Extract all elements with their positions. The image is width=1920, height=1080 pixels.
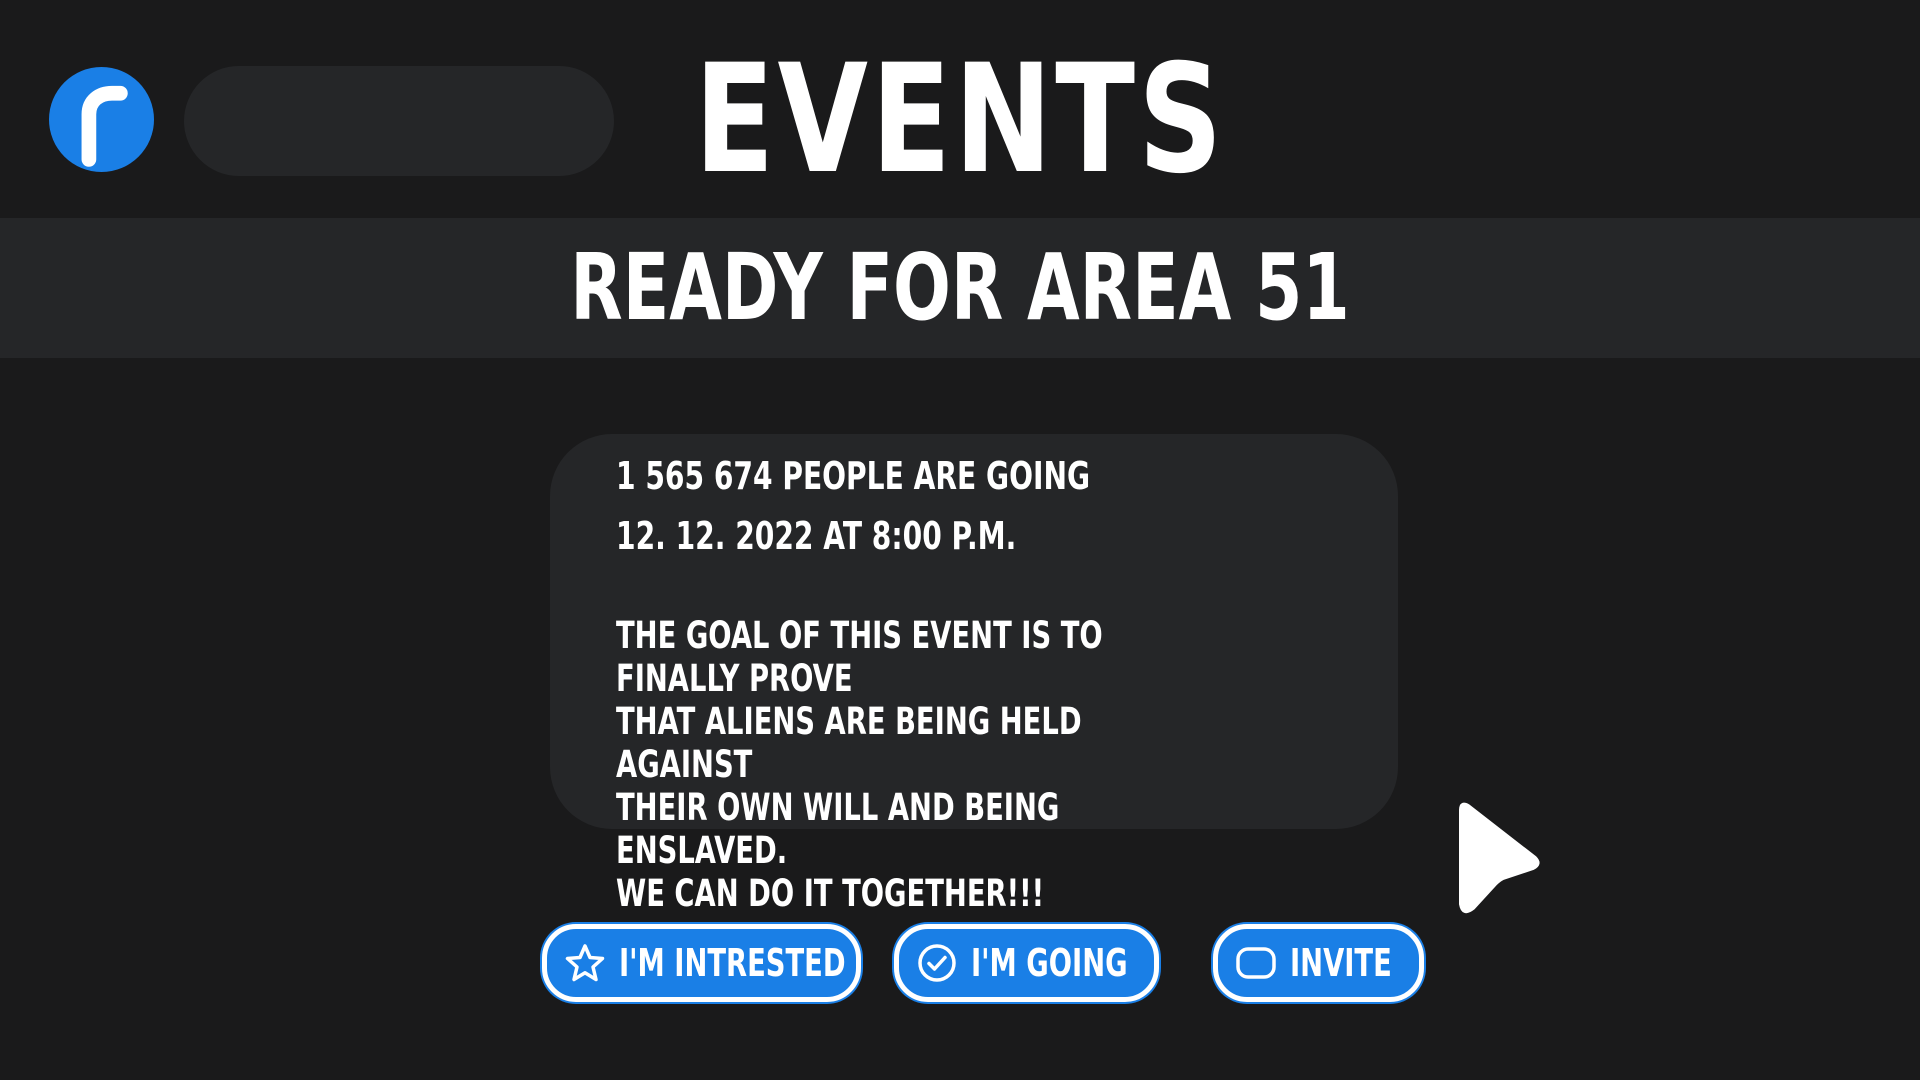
star-outline-icon [563,941,607,985]
invite-button-label: INVITE [1290,941,1392,985]
interested-button[interactable]: I'M INTRESTED [542,924,861,1002]
page-title: EVENTS [694,33,1226,207]
events-screen: EVENTS READY FOR AREA 51 1 565 674 PEOPL… [0,0,1920,1080]
event-title-band: READY FOR AREA 51 [0,218,1920,358]
invite-button[interactable]: INVITE [1213,924,1424,1002]
attendee-count: 1 565 674 PEOPLE ARE GOING [616,454,1091,498]
event-datetime: 12. 12. 2022 AT 8:00 P.M. [616,514,1017,558]
event-title: READY FOR AREA 51 [570,234,1350,341]
going-button[interactable]: I'M GOING [894,924,1159,1002]
mouse-cursor-icon [1455,800,1545,915]
rounded-square-icon [1234,941,1278,985]
event-description: THE GOAL OF THIS EVENT IS TO FINALLY PRO… [616,614,1103,915]
interested-button-label: I'M INTRESTED [619,941,846,985]
check-circle-icon [915,941,959,985]
event-info-card: 1 565 674 PEOPLE ARE GOING 12. 12. 2022 … [550,434,1398,915]
logo-r-glyph [81,85,128,167]
going-button-label: I'M GOING [971,941,1128,985]
app-logo-icon[interactable] [49,67,154,172]
